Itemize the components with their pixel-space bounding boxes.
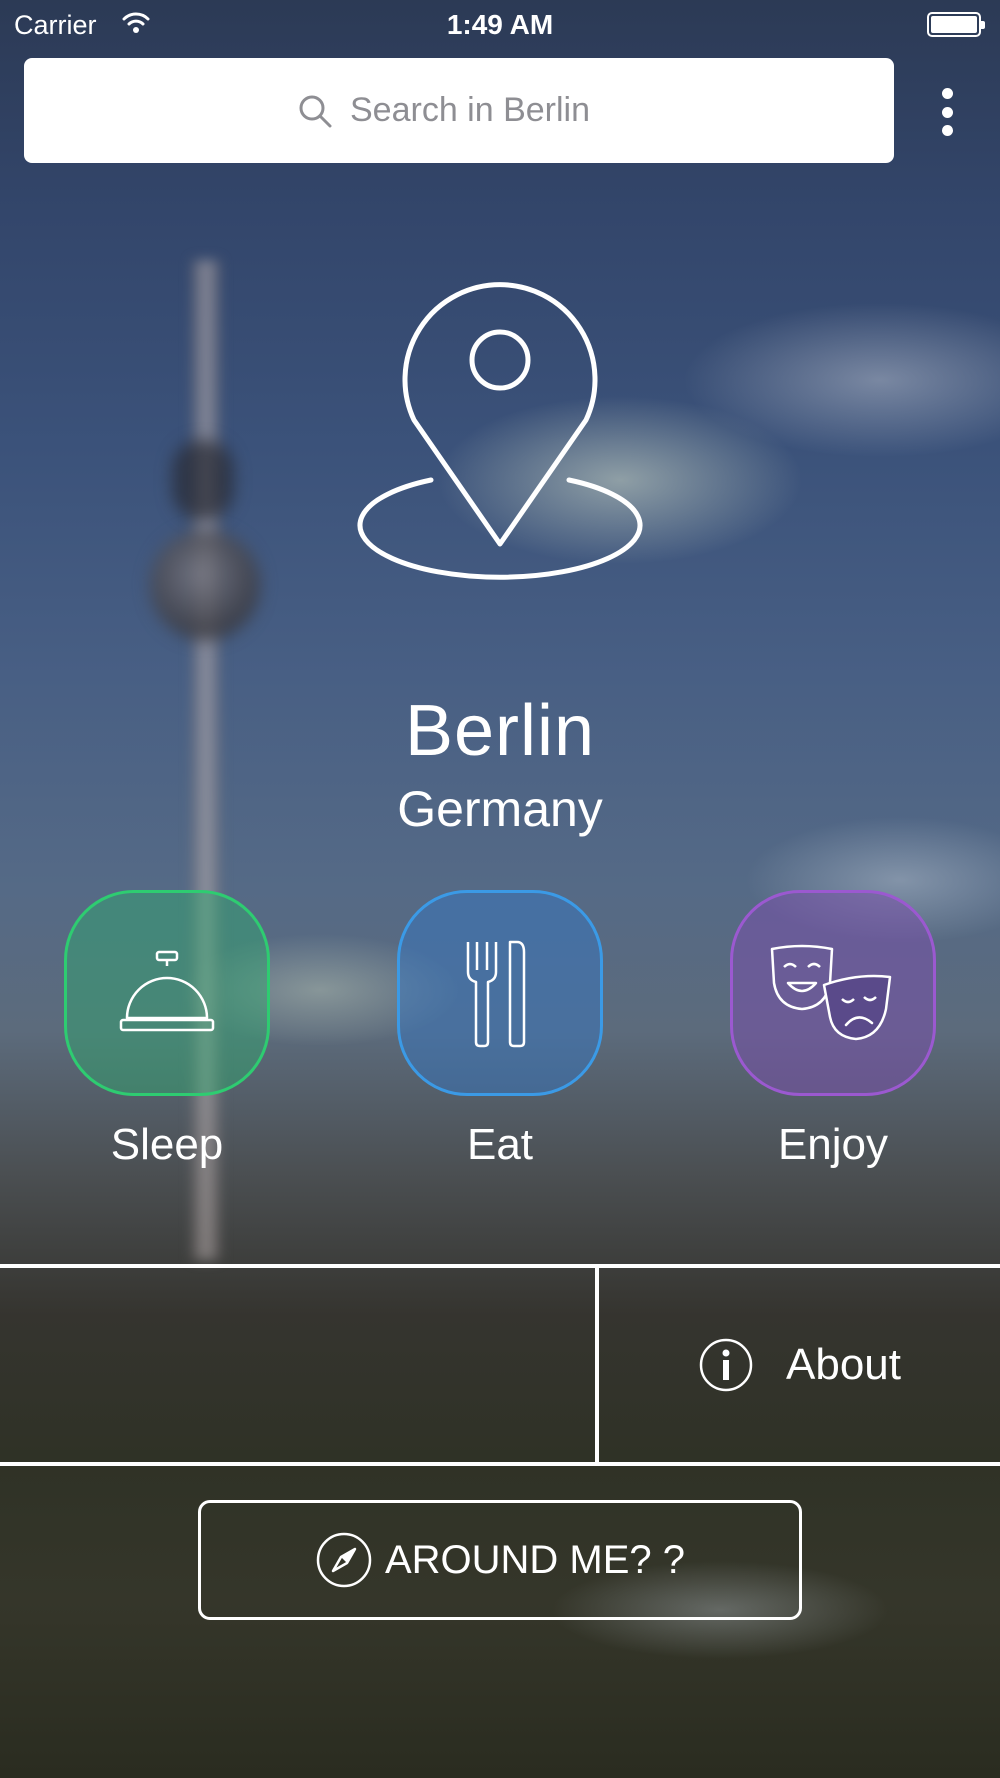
theater-masks-icon <box>770 944 892 1041</box>
compass-icon <box>316 1532 372 1588</box>
search-bar[interactable] <box>24 58 894 163</box>
fork-knife-icon <box>466 940 526 1048</box>
category-enjoy-label: Enjoy <box>777 1120 889 1169</box>
more-dot-icon <box>941 125 953 136</box>
more-dot-icon <box>941 88 953 99</box>
info-icon <box>699 1338 753 1392</box>
more-dot-icon <box>941 106 953 118</box>
hotel-bell-icon <box>119 950 215 1032</box>
search-icon <box>299 95 332 127</box>
more-options-button[interactable] <box>930 88 964 136</box>
category-eat-button[interactable]: Eat <box>397 890 603 1170</box>
city-title: Berlin <box>404 691 596 771</box>
category-enjoy-tile[interactable] <box>730 890 936 1096</box>
search-input[interactable] <box>350 91 620 130</box>
about-label: About <box>786 1340 901 1389</box>
around-me-button[interactable]: AROUND ME? ? <box>198 1500 802 1620</box>
category-sleep-button[interactable]: Sleep <box>64 890 270 1170</box>
country-subtitle: Germany <box>397 781 603 837</box>
background-tower-sphere <box>150 530 260 640</box>
divider-bottom <box>0 1462 1000 1466</box>
around-me-label: AROUND ME? ? <box>384 1537 686 1582</box>
category-enjoy-button[interactable]: Enjoy <box>730 890 936 1170</box>
category-sleep-label: Sleep <box>110 1120 224 1169</box>
background-tower-top <box>172 440 234 520</box>
category-eat-tile[interactable] <box>397 890 603 1096</box>
map-pin-icon <box>357 282 643 580</box>
about-button[interactable]: About <box>599 1268 1000 1462</box>
category-sleep-tile[interactable] <box>64 890 270 1096</box>
status-time: 1:49 AM <box>446 9 554 40</box>
category-eat-label: Eat <box>466 1120 534 1169</box>
status-bar: Carrier 1:49 AM <box>0 0 1000 50</box>
battery-icon <box>927 12 985 37</box>
